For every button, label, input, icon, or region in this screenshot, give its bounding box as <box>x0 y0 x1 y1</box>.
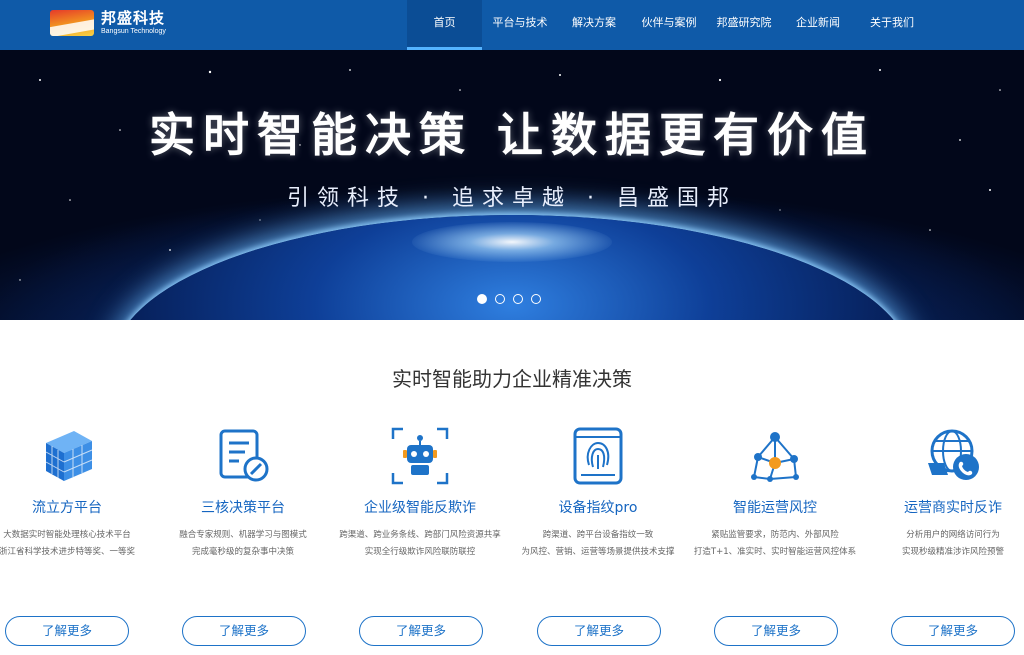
card-title: 运营商实时反诈 <box>904 500 1002 516</box>
carousel-dot-2[interactable] <box>495 294 505 304</box>
logo-name-en: Bangsun Technology <box>101 28 166 35</box>
learn-more-button[interactable]: 了解更多 <box>359 616 483 646</box>
carousel-dot-4[interactable] <box>531 294 541 304</box>
card-desc-line: 大数据实时智能处理核心技术平台 <box>3 530 131 540</box>
card-desc-line: 融合专家规则、机器学习与图模式 <box>179 530 307 540</box>
nav-research[interactable]: 邦盛研究院 <box>713 0 775 50</box>
card-title: 智能运营风控 <box>733 500 817 516</box>
globe-phone-icon <box>922 425 984 487</box>
product-card-antifraud: 企业级智能反欺诈 跨渠道、跨业务条线、跨部门风险资源共享 实现全行级欺诈风险联防… <box>335 425 505 561</box>
nav-solutions[interactable]: 解决方案 <box>564 0 624 50</box>
banner-subtitle: 引领科技 · 追求卓越 · 昌盛国邦 <box>287 186 737 211</box>
network-icon <box>744 425 806 487</box>
card-desc-line: 紧贴监管要求，防范内、外部风险 <box>711 530 839 540</box>
decision-doc-icon <box>212 425 274 487</box>
fingerprint-icon <box>567 425 629 487</box>
card-title: 流立方平台 <box>32 500 102 516</box>
cube-icon <box>36 425 98 487</box>
learn-more-button[interactable]: 了解更多 <box>891 616 1015 646</box>
carousel-indicators <box>477 294 541 304</box>
card-desc-line: 为风控、营销、运营等场景提供技术支撑 <box>521 547 675 557</box>
nav-about[interactable]: 关于我们 <box>864 0 920 50</box>
card-desc-line: 跨渠道、跨平台设备指纹一致 <box>542 530 654 540</box>
section-title: 实时智能助力企业精准决策 <box>392 367 632 391</box>
card-title: 设备指纹pro <box>558 500 638 516</box>
nav-partners-cases[interactable]: 伙伴与案例 <box>636 0 702 50</box>
logo[interactable]: 邦盛科技 Bangsun Technology <box>50 8 166 38</box>
card-desc-line: 跨渠道、跨业务条线、跨部门风险资源共享 <box>339 530 501 540</box>
card-desc-line: 浙江省科学技术进步特等奖、一等奖 <box>0 547 135 557</box>
card-desc-line: 分析用户的网络访问行为 <box>906 530 1000 540</box>
learn-more-button[interactable]: 了解更多 <box>714 616 838 646</box>
card-title: 三核决策平台 <box>201 500 285 516</box>
nav-news[interactable]: 企业新闻 <box>790 0 846 50</box>
product-card-sanhe: 三核决策平台 融合专家规则、机器学习与图模式 完成毫秒级的复杂事中决策 <box>158 425 328 561</box>
product-card-liulifang: 流立方平台 大数据实时智能处理核心技术平台 浙江省科学技术进步特等奖、一等奖 <box>0 425 152 561</box>
nav-home[interactable]: 首页 <box>407 0 482 50</box>
carousel-dot-3[interactable] <box>513 294 523 304</box>
sunrise-glow <box>412 222 612 262</box>
card-desc-line: 实现秒级精准涉诈风险预警 <box>901 547 1004 557</box>
card-title: 企业级智能反欺诈 <box>364 500 476 516</box>
product-card-telecom-antifraud: 运营商实时反诈 分析用户的网络访问行为 实现秒级精准涉诈风险预警 <box>868 425 1024 561</box>
banner-title: 实时智能决策 让数据更有价值 <box>148 108 875 162</box>
product-card-risk-control: 智能运营风控 紧贴监管要求，防范内、外部风险 打造T+1、准实时、实时智能运营风… <box>690 425 860 561</box>
carousel-dot-1[interactable] <box>477 294 487 304</box>
learn-more-button[interactable]: 了解更多 <box>5 616 129 646</box>
robot-icon <box>389 425 451 487</box>
logo-mark-icon <box>50 10 94 36</box>
learn-more-button[interactable]: 了解更多 <box>537 616 661 646</box>
top-header: 邦盛科技 Bangsun Technology 首页 平台与技术 解决方案 伙伴… <box>0 0 1024 50</box>
nav-platform-tech[interactable]: 平台与技术 <box>487 0 553 50</box>
hero-banner[interactable]: 实时智能决策 让数据更有价值 引领科技 · 追求卓越 · 昌盛国邦 <box>0 50 1024 320</box>
learn-more-button[interactable]: 了解更多 <box>182 616 306 646</box>
product-card-fingerprint: 设备指纹pro 跨渠道、跨平台设备指纹一致 为风控、营销、运营等场景提供技术支撑 <box>513 425 683 561</box>
card-desc-line: 实现全行级欺诈风险联防联控 <box>364 547 476 557</box>
card-desc-line: 打造T+1、准实时、实时智能运营风控体系 <box>693 547 857 557</box>
card-desc-line: 完成毫秒级的复杂事中决策 <box>191 547 294 557</box>
logo-name-cn: 邦盛科技 <box>101 9 166 27</box>
